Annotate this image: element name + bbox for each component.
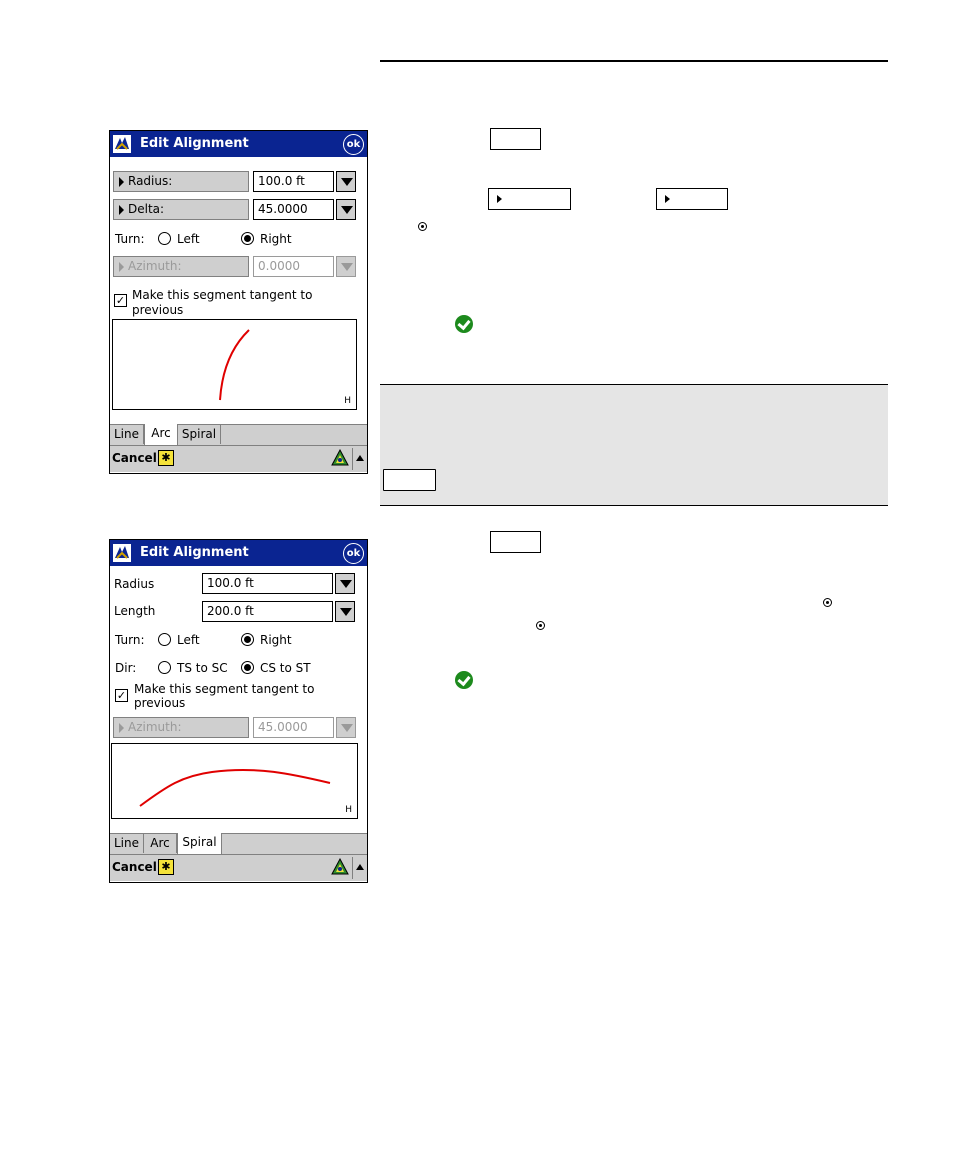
- triangle-right-icon: [119, 723, 124, 733]
- tangent-label-line2: previous: [132, 303, 184, 317]
- edit-alignment-spiral-screen: Edit Alignment ok Radius 100.0 ft Length…: [109, 539, 368, 883]
- command-bar: Cancel ✱: [110, 445, 367, 472]
- note-button-glyph: [383, 469, 436, 491]
- dir-ts-sc-radio[interactable]: [158, 661, 171, 674]
- ok-icon[interactable]: ok: [343, 134, 364, 155]
- turn-label: Turn:: [115, 633, 145, 647]
- turn-left-label: Left: [177, 633, 200, 647]
- spiral-curve: [139, 768, 331, 807]
- length-dropdown-arrow-icon[interactable]: [335, 601, 355, 622]
- command-bar: Cancel ✱: [110, 854, 367, 881]
- turn-label: Turn:: [115, 232, 145, 246]
- dir-ts-sc-label: TS to SC: [177, 661, 228, 675]
- segment-tabs: Line Arc Spiral: [110, 833, 367, 854]
- tab-spiral[interactable]: Spiral: [177, 833, 222, 854]
- green-check-icon: [455, 315, 473, 333]
- length-label: Length: [114, 604, 156, 618]
- tab-line[interactable]: Line: [110, 834, 144, 853]
- tangent-label-line2: previous: [134, 696, 186, 710]
- azimuth-input: 0.0000: [253, 256, 334, 277]
- star-icon[interactable]: ✱: [158, 450, 174, 466]
- title-bar: Edit Alignment ok: [110, 131, 367, 157]
- radius-dropdown-arrow-icon[interactable]: [336, 171, 356, 192]
- turn-right-label: Right: [260, 232, 292, 246]
- length-input[interactable]: 200.0 ft: [202, 601, 333, 622]
- green-check-icon: [455, 671, 473, 689]
- turn-right-radio[interactable]: [241, 232, 254, 245]
- tangent-checkbox[interactable]: ✓: [115, 689, 128, 702]
- azimuth-button: Azimuth:: [113, 717, 249, 738]
- cancel-button[interactable]: Cancel: [112, 451, 157, 465]
- ok-icon[interactable]: ok: [343, 543, 364, 564]
- up-arrow-icon[interactable]: [356, 864, 364, 870]
- turn-left-radio[interactable]: [158, 232, 171, 245]
- delta-label: Delta:: [128, 202, 165, 216]
- segment-tabs: Line Arc Spiral: [110, 424, 367, 445]
- azimuth-input: 45.0000: [253, 717, 334, 738]
- radius-label: Radius: [114, 577, 155, 591]
- radius-input[interactable]: 100.0 ft: [253, 171, 334, 192]
- azimuth-label: Azimuth:: [128, 720, 182, 734]
- dir-cs-st-label: CS to ST: [260, 661, 311, 675]
- azimuth-button: Azimuth:: [113, 256, 249, 277]
- azimuth-dropdown-arrow-icon: [336, 256, 356, 277]
- radius-button-glyph: [488, 188, 571, 210]
- tangent-checkbox[interactable]: ✓: [114, 294, 127, 307]
- cancel-button[interactable]: Cancel: [112, 860, 157, 874]
- tangent-label-line1: Make this segment tangent to: [132, 288, 313, 302]
- radius-dropdown-arrow-icon[interactable]: [335, 573, 355, 594]
- survey-triangle-icon[interactable]: [331, 858, 349, 876]
- triangle-right-icon: [119, 177, 124, 187]
- radio-selected-icon: [536, 621, 545, 630]
- triangle-right-icon: [119, 205, 124, 215]
- tab-arc[interactable]: Arc: [144, 834, 177, 853]
- up-arrow-icon[interactable]: [356, 455, 364, 461]
- app-icon[interactable]: [113, 135, 131, 153]
- survey-triangle-icon[interactable]: [331, 449, 349, 467]
- alignment-preview: H: [112, 319, 357, 410]
- title-bar: Edit Alignment ok: [110, 540, 367, 566]
- delta-dropdown-arrow-icon[interactable]: [336, 199, 356, 220]
- star-icon[interactable]: ✱: [158, 859, 174, 875]
- preview-h-label: H: [345, 805, 352, 815]
- page-top-rule: [380, 60, 888, 62]
- delta-button[interactable]: Delta:: [113, 199, 249, 220]
- tab-line[interactable]: Line: [110, 425, 144, 444]
- dir-cs-st-radio[interactable]: [241, 661, 254, 674]
- ok-button-glyph: [490, 128, 541, 150]
- azimuth-dropdown-arrow-icon: [336, 717, 356, 738]
- radio-selected-icon: [418, 222, 427, 231]
- tab-spiral[interactable]: Spiral: [178, 425, 221, 444]
- dir-label: Dir:: [115, 661, 137, 675]
- arc-curve: [219, 329, 250, 401]
- ok-button-glyph: [490, 531, 541, 553]
- turn-right-radio[interactable]: [241, 633, 254, 646]
- separator: [352, 448, 353, 470]
- azimuth-label: Azimuth:: [128, 259, 182, 273]
- edit-alignment-arc-screen: Edit Alignment ok Radius: 100.0 ft Delta…: [109, 130, 368, 474]
- preview-h-label: H: [344, 396, 351, 406]
- turn-left-radio[interactable]: [158, 633, 171, 646]
- triangle-right-icon: [119, 262, 124, 272]
- window-title: Edit Alignment: [140, 545, 249, 560]
- delta-button-glyph: [656, 188, 728, 210]
- app-icon[interactable]: [113, 544, 131, 562]
- tab-arc[interactable]: Arc: [144, 424, 178, 445]
- turn-left-label: Left: [177, 232, 200, 246]
- radio-selected-icon: [823, 598, 832, 607]
- radius-input[interactable]: 100.0 ft: [202, 573, 333, 594]
- radius-label: Radius:: [128, 174, 173, 188]
- separator: [352, 857, 353, 879]
- radius-button[interactable]: Radius:: [113, 171, 249, 192]
- alignment-preview: H: [111, 743, 358, 819]
- turn-right-label: Right: [260, 633, 292, 647]
- window-title: Edit Alignment: [140, 136, 249, 151]
- tangent-label-line1: Make this segment tangent to: [134, 682, 315, 696]
- delta-input[interactable]: 45.0000: [253, 199, 334, 220]
- note-box: [380, 384, 888, 506]
